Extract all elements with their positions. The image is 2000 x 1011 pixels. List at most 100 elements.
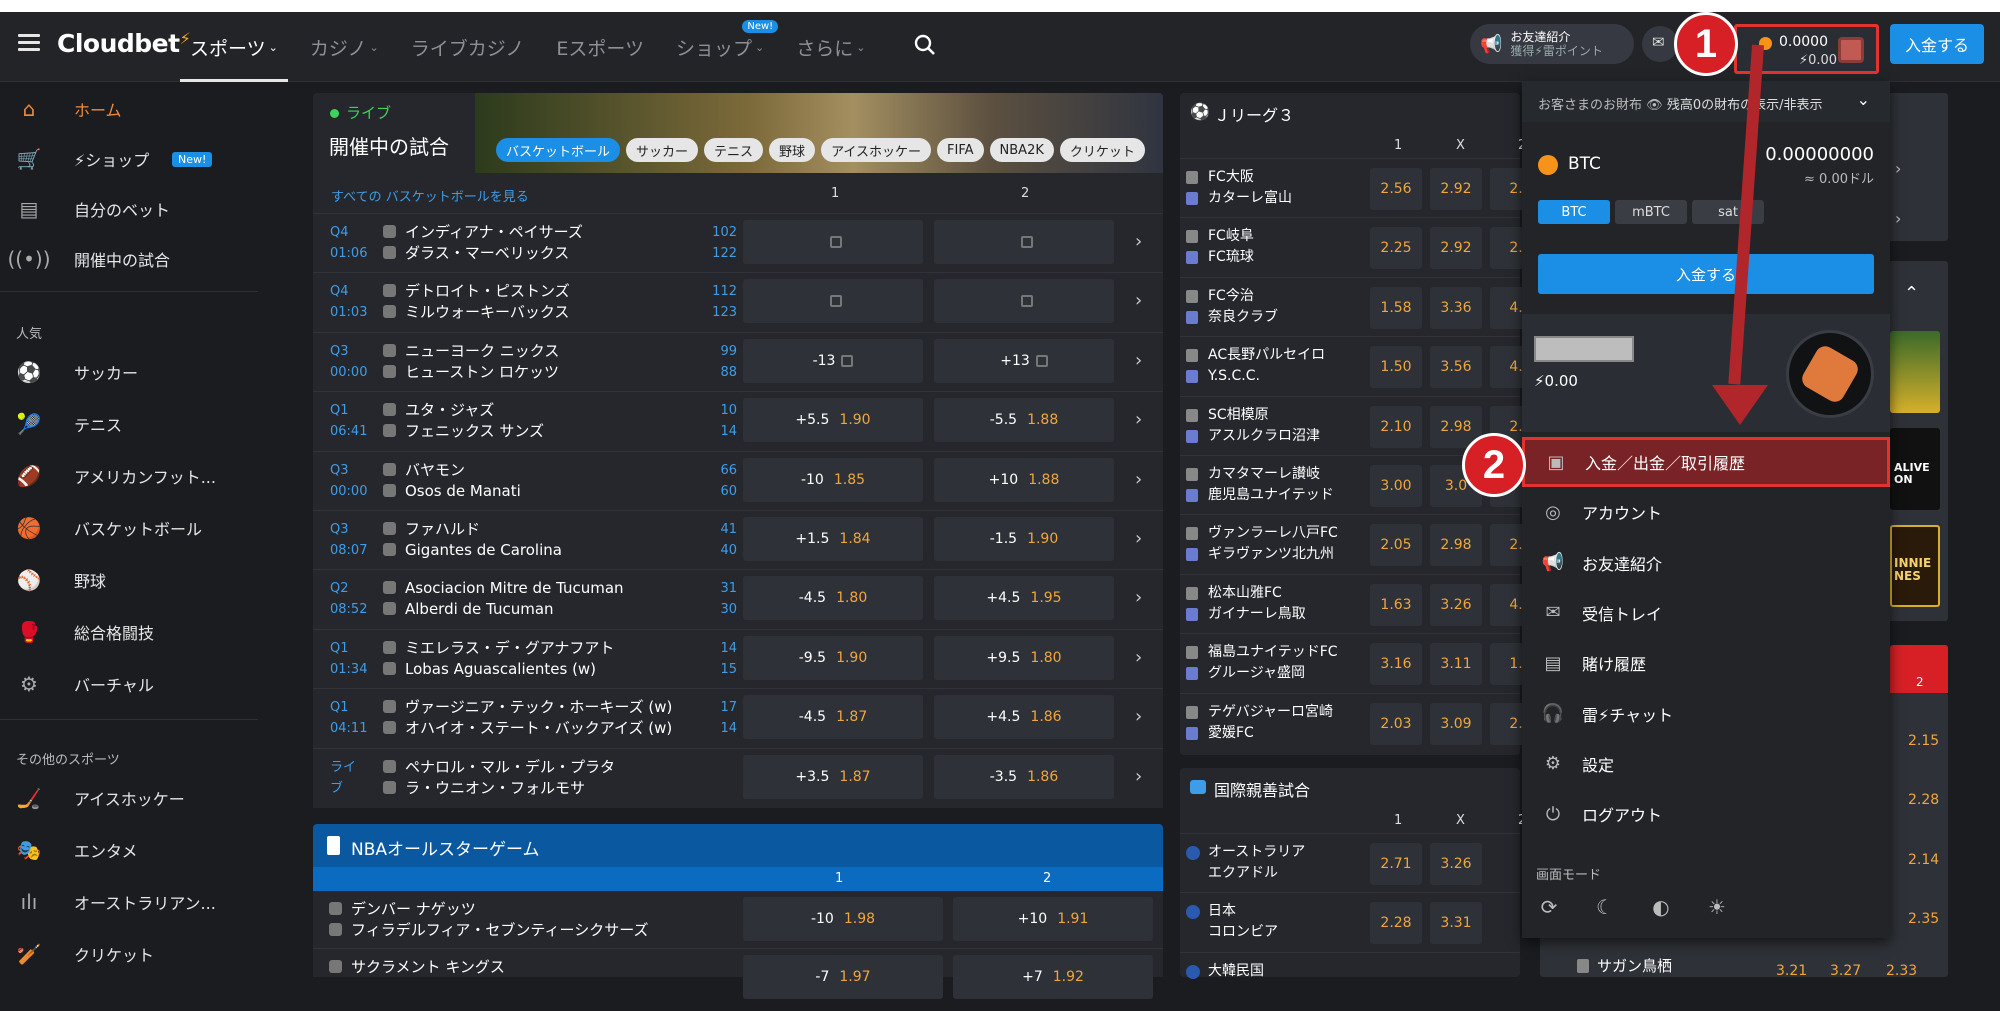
zero-balance-toggle[interactable]: 残高0の財布の表示/非表示 — [1667, 98, 1823, 113]
chevron-right-icon[interactable]: › — [1135, 528, 1142, 549]
nav-tab[interactable]: さらに ⌄ — [796, 12, 865, 82]
unit-option[interactable]: mBTC — [1615, 200, 1687, 224]
sidebar-item[interactable]: 🏏 クリケット — [0, 934, 258, 974]
nav-tab[interactable]: カジノ ⌄ — [310, 12, 379, 82]
odds-button[interactable]: -3.5 1.86 — [934, 754, 1114, 799]
match-row[interactable]: 大韓民国 — [1180, 951, 1520, 1011]
odds-button[interactable]: 1.58 — [1370, 286, 1422, 329]
odds-button[interactable]: 2.71 — [1370, 843, 1422, 885]
match-row[interactable]: ヴァンラーレ八戸FC ギラヴァンツ北九州 2.05 2.98 2. — [1180, 514, 1542, 573]
odds-button[interactable]: +5.5 1.90 — [743, 398, 923, 443]
sport-chip[interactable]: バスケットボール — [496, 138, 621, 162]
game-tile[interactable]: ALIVE ON — [1890, 428, 1940, 510]
chevron-right-icon[interactable]: › — [1895, 209, 1901, 228]
wallet-deposit-button[interactable]: 入金する — [1538, 254, 1874, 294]
odds-button[interactable]: +10 1.91 — [953, 897, 1153, 941]
odds-button[interactable]: 3.31 — [1430, 902, 1482, 945]
odds-button[interactable]: 2.10 — [1370, 405, 1422, 448]
game-tile[interactable]: INNIE NES — [1890, 525, 1940, 607]
wallet-menu-item[interactable]: ⏻ ログアウト — [1522, 789, 1890, 839]
chevron-right-icon[interactable]: › — [1135, 587, 1142, 608]
sidebar-item[interactable]: ((•)) 開催中の試合 — [0, 239, 258, 279]
wallet-menu-item[interactable]: ✉ 受信トレイ — [1522, 588, 1890, 638]
odds-value[interactable]: 2.28 — [1908, 792, 1939, 808]
wallet-menu-item[interactable]: 📢 お友達紹介 — [1522, 538, 1890, 588]
chevron-right-icon[interactable]: › — [1135, 469, 1142, 490]
odds-button[interactable]: 2.98 — [1430, 524, 1482, 567]
odds-button[interactable] — [743, 279, 923, 324]
wallet-menu-item[interactable]: ⚙ 設定 — [1522, 739, 1890, 789]
game-tile[interactable] — [1890, 331, 1940, 413]
match-row[interactable]: Q4 01:06 インディアナ・ペイサーズ ダラス・マーベリックス 102 122 › — [313, 213, 1163, 272]
odds-button[interactable]: 1.50 — [1370, 346, 1422, 389]
odds-button[interactable]: -5.5 1.88 — [934, 398, 1114, 443]
chevron-right-icon[interactable]: › — [1135, 290, 1142, 311]
match-row[interactable]: オーストラリア エクアドル 2.71 3.26 — [1180, 833, 1520, 892]
sidebar-item[interactable]: 🎾 テニス — [0, 404, 258, 444]
match-row[interactable]: Q1 01:34 ミエレラス・デ・グアナフアト Lobas Aguascaliente… — [313, 628, 1163, 688]
chevron-down-icon[interactable]: ⌄ — [1857, 90, 1870, 109]
half-moon-icon[interactable]: ◐ — [1648, 894, 1674, 920]
odds-button[interactable]: +13 — [934, 338, 1114, 383]
odds-button[interactable]: 3.26 — [1430, 583, 1482, 626]
wallet-menu-item[interactable]: ▤ 賭け履歴 — [1522, 638, 1890, 688]
wallet-menu-item[interactable]: 🎧 雷⚡チャット — [1522, 689, 1890, 739]
odds-button[interactable]: 2.28 — [1370, 902, 1422, 945]
odds-button[interactable]: 2.25 — [1370, 227, 1422, 270]
match-row[interactable]: FC岐阜 FC琉球 2.25 2.92 2. — [1180, 217, 1542, 276]
odds-button[interactable]: -7 1.97 — [743, 955, 943, 999]
match-row[interactable]: Q2 08:52 Asociacion Mitre de Tucuman Alberd… — [313, 569, 1163, 628]
sidebar-item[interactable]: ⌂ ホーム — [0, 89, 258, 129]
wallet-menu-item[interactable]: ◎ アカウント — [1522, 487, 1890, 537]
odds-button[interactable]: +1.5 1.84 — [743, 517, 923, 561]
chevron-right-icon[interactable]: › — [1135, 647, 1142, 668]
nba-allstar-header[interactable]: NBAオールスターゲーム — [313, 824, 1163, 867]
odds-button[interactable]: 3.16 — [1370, 643, 1422, 686]
sport-chip[interactable]: 野球 — [769, 138, 816, 162]
odds-value[interactable]: 2.14 — [1908, 852, 1939, 868]
odds-button[interactable]: 3.00 — [1370, 465, 1422, 507]
sidebar-item[interactable]: 🏈 アメリカンフット... — [0, 456, 258, 496]
odds-button[interactable] — [743, 220, 923, 264]
nav-tab[interactable]: スポーツ ⌄ — [180, 12, 288, 82]
odds-button[interactable]: 3.56 — [1430, 346, 1482, 389]
sidebar-item[interactable]: ⚙ バーチャル — [0, 664, 258, 704]
match-row[interactable]: Q1 04:11 ヴァージニア・テック・ホーキーズ (w) オハイオ・ステート・バック… — [313, 688, 1163, 747]
match-row[interactable]: ライブ ペナロル・マル・デル・プラタ ラ・ウニオン・フォルモサ +3.5 1.87 -3.… — [313, 747, 1163, 807]
sport-chip[interactable]: FIFA — [937, 138, 984, 162]
odds-button[interactable] — [934, 220, 1114, 264]
sidebar-item[interactable]: ⚾ 野球 — [0, 560, 258, 600]
odds-button[interactable]: 2.05 — [1370, 524, 1422, 567]
odds-button[interactable]: 2.92 — [1430, 227, 1482, 270]
nav-tab[interactable]: Eスポーツ — [556, 12, 644, 82]
deposit-button[interactable]: 入金する — [1890, 24, 1984, 64]
chevron-right-icon[interactable]: › — [1135, 231, 1142, 252]
profile-avatar[interactable] — [1786, 330, 1874, 418]
sidebar-item[interactable]: ▤ 自分のベット — [0, 189, 258, 229]
logo[interactable]: Cloudbet⚡ — [57, 29, 191, 58]
auto-mode-icon[interactable]: ⟳ — [1536, 894, 1562, 920]
menu-icon[interactable] — [18, 34, 40, 52]
match-row[interactable]: デンバー ナゲッツ フィラデルフィア・セブンティーシクサーズ -10 1.98 +10 1… — [313, 891, 1163, 950]
odds-button[interactable]: -1.5 1.90 — [934, 517, 1114, 561]
odds-button[interactable]: -10 1.98 — [743, 897, 943, 941]
chevron-right-icon[interactable]: › — [1135, 706, 1142, 727]
odds-button[interactable]: +10 1.88 — [934, 457, 1114, 502]
odds-button[interactable]: -4.5 1.87 — [743, 695, 923, 740]
sidebar-item[interactable]: ⚽ サッカー — [0, 352, 258, 392]
search-icon[interactable] — [914, 34, 936, 56]
odds-button[interactable]: 3.26 — [1430, 843, 1482, 885]
match-row[interactable]: 日本 コロンビア 2.28 3.31 — [1180, 892, 1520, 951]
wallet-menu-item[interactable]: ▣ 入金／出金／取引履歴 — [1522, 437, 1890, 487]
see-all-link[interactable]: すべての バスケットボールを見る — [331, 186, 529, 205]
unit-option[interactable]: sat — [1692, 200, 1764, 224]
refer-friend-button[interactable]: 📢 お友達紹介 獲得⚡雷ポイント — [1470, 24, 1634, 64]
odds-button[interactable]: +3.5 1.87 — [743, 754, 923, 799]
chevron-up-icon[interactable]: ⌃ — [1904, 283, 1919, 304]
odds-button[interactable]: -4.5 1.80 — [743, 576, 923, 621]
sidebar-item[interactable]: 🏀 バスケットボール — [0, 508, 258, 548]
unit-option[interactable]: BTC — [1538, 200, 1610, 224]
match-row[interactable]: Q3 00:00 ニューヨーク ニックス ヒューストン ロケッツ 99 88 -13 +13 › — [313, 331, 1163, 391]
sport-chip[interactable]: テニス — [704, 138, 764, 162]
sidebar-item[interactable]: 🏒 アイスホッケー — [0, 778, 258, 818]
